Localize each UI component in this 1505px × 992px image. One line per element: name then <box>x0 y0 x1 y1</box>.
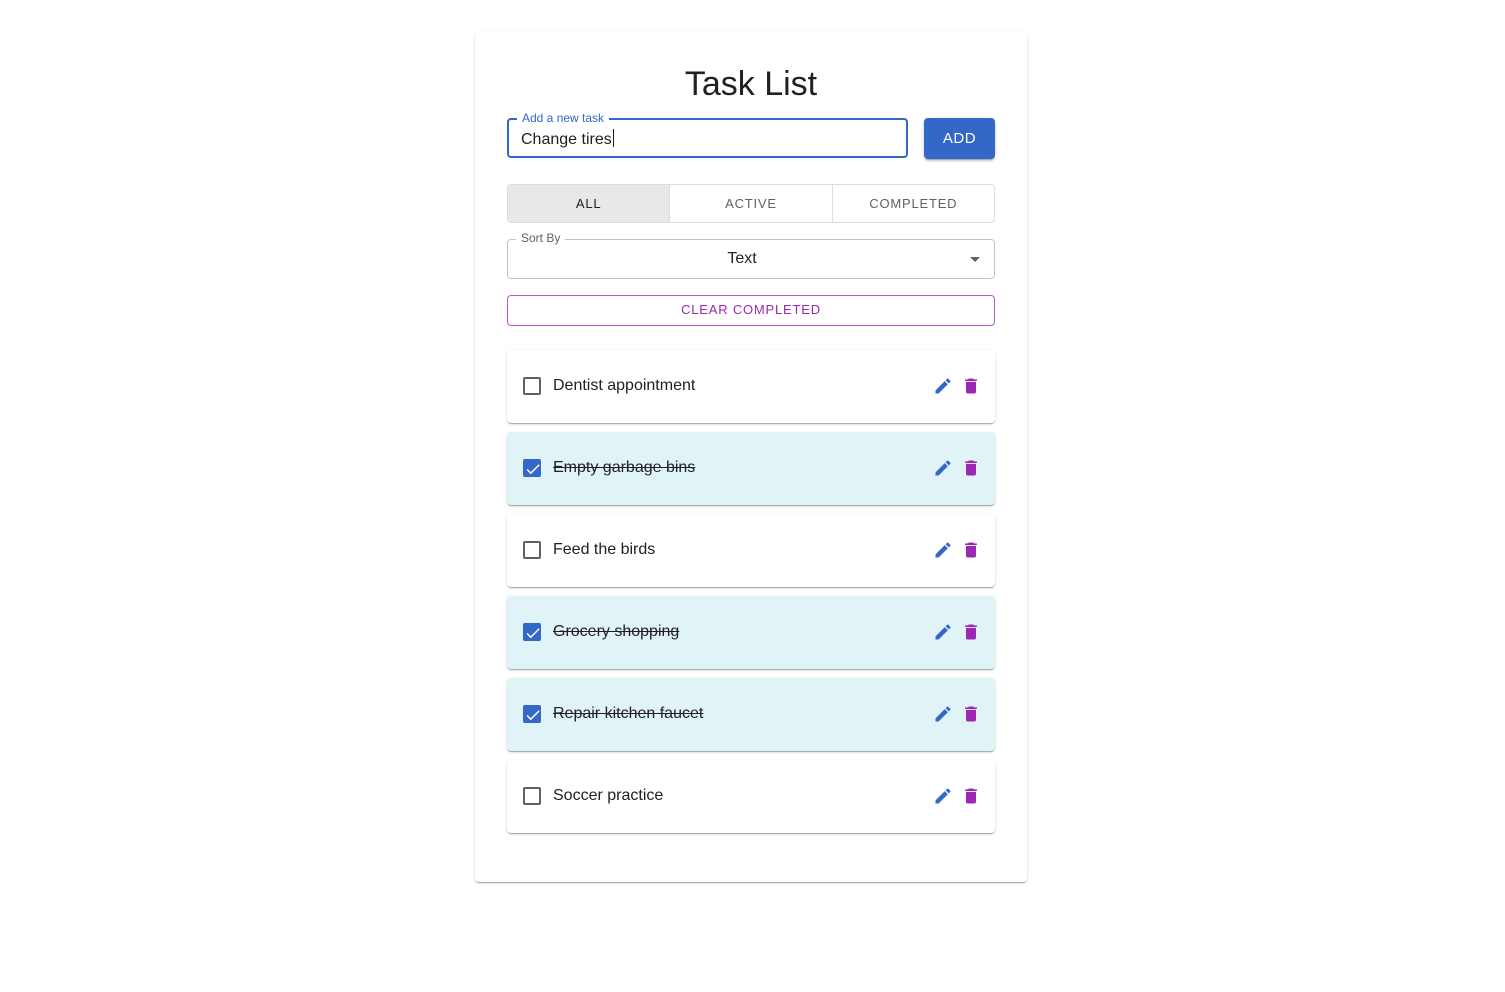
page-title: Task List <box>684 65 818 103</box>
task-checkbox[interactable] <box>523 377 541 395</box>
task-checkbox[interactable] <box>523 541 541 559</box>
task-text: Dentist appointment <box>553 377 696 394</box>
sort-label: Sort By <box>516 231 566 245</box>
pencil-icon[interactable] <box>933 540 953 560</box>
clear-completed-button[interactable]: CLEAR COMPLETED <box>507 295 995 326</box>
task-list-card: Task List Add a new task Change tires AD… <box>475 32 1027 882</box>
task-item: Repair kitchen faucet <box>507 678 995 751</box>
sort-select[interactable]: Sort By Text <box>507 231 995 279</box>
new-task-value: Change tires <box>521 131 612 148</box>
task-text: Repair kitchen faucet <box>553 705 704 722</box>
check-icon <box>526 710 540 721</box>
task-checkbox[interactable] <box>523 787 541 805</box>
task-item: Empty garbage bins <box>507 432 995 505</box>
filter-toggle-group: ALL ACTIVE COMPLETED <box>507 184 995 223</box>
pencil-icon[interactable] <box>933 622 953 642</box>
pencil-icon[interactable] <box>933 376 953 396</box>
add-button[interactable]: ADD <box>924 118 995 159</box>
trash-icon[interactable] <box>961 704 981 724</box>
trash-icon[interactable] <box>961 458 981 478</box>
new-task-label: Add a new task <box>517 111 610 125</box>
trash-icon[interactable] <box>961 786 981 806</box>
task-text: Grocery shopping <box>553 623 680 640</box>
pencil-icon[interactable] <box>933 704 953 724</box>
trash-icon[interactable] <box>961 622 981 642</box>
task-item: Grocery shopping <box>507 596 995 669</box>
trash-icon[interactable] <box>961 376 981 396</box>
check-icon <box>526 628 540 639</box>
trash-icon[interactable] <box>961 540 981 560</box>
task-checkbox[interactable] <box>523 459 541 477</box>
sort-value: Text <box>727 250 757 267</box>
task-item: Soccer practice <box>507 760 995 833</box>
filter-active[interactable]: ACTIVE <box>670 185 833 222</box>
pencil-icon[interactable] <box>933 786 953 806</box>
text-cursor <box>612 129 614 147</box>
task-text: Empty garbage bins <box>553 459 696 476</box>
task-text: Feed the birds <box>553 541 656 558</box>
check-icon <box>526 464 540 475</box>
task-item: Feed the birds <box>507 514 995 587</box>
filter-all[interactable]: ALL <box>508 185 671 222</box>
task-text: Soccer practice <box>553 787 664 804</box>
task-checkbox[interactable] <box>523 623 541 641</box>
filter-completed[interactable]: COMPLETED <box>833 185 994 222</box>
pencil-icon[interactable] <box>933 458 953 478</box>
task-checkbox[interactable] <box>523 705 541 723</box>
dropdown-arrow-icon <box>970 257 980 262</box>
task-item: Dentist appointment <box>507 350 995 423</box>
new-task-input[interactable]: Add a new task Change tires <box>507 111 908 158</box>
